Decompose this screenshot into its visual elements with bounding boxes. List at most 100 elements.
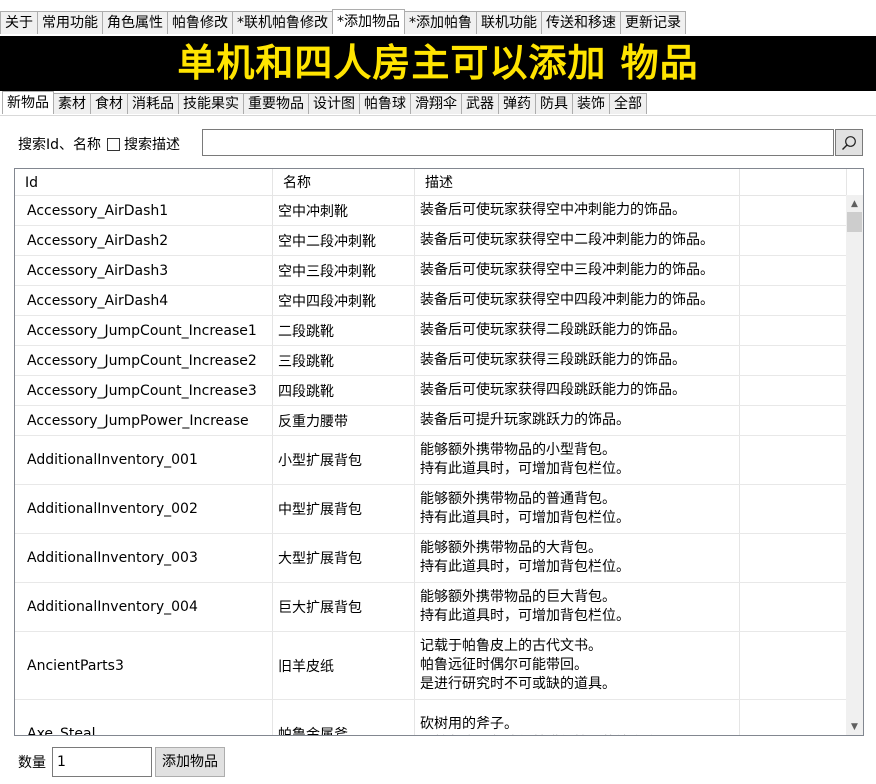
cell-desc: 装备后可使玩家获得空中冲刺能力的饰品。: [415, 196, 740, 225]
cell-empty: [740, 700, 847, 735]
table-row[interactable]: Accessory_JumpPower_Increase 反重力腰带 装备后可提升玩…: [15, 406, 847, 436]
table-row[interactable]: AdditionalInventory_002 中型扩展背包 能够额外携带物品的普通…: [15, 485, 847, 534]
column-header-empty: [740, 169, 847, 195]
table-row[interactable]: Accessory_JumpCount_Increase3 四段跳靴 装备后可使玩家…: [15, 376, 847, 406]
search-desc-label[interactable]: 搜索描述: [124, 134, 180, 154]
cell-empty: [740, 534, 847, 582]
category-tab[interactable]: 帕鲁球: [359, 93, 411, 114]
cell-desc: 装备后可使玩家获得二段跳跃能力的饰品。: [415, 316, 740, 345]
chevron-down-icon[interactable]: ▼: [846, 718, 863, 735]
main-tab[interactable]: 关于: [0, 11, 38, 34]
main-tab[interactable]: *添加物品: [332, 9, 405, 34]
cell-name: 空中冲刺靴: [273, 196, 415, 225]
table-header: Id 名称 描述: [15, 169, 847, 196]
desc-line: 装备后可使玩家获得二段跳跃能力的饰品。: [420, 322, 686, 338]
cell-id: Accessory_AirDash3: [15, 256, 273, 285]
category-tab[interactable]: 弹药: [498, 93, 536, 114]
search-label: 搜索Id、名称: [18, 137, 102, 153]
main-tab[interactable]: 帕鲁修改: [167, 11, 233, 34]
category-tab[interactable]: 武器: [461, 93, 499, 114]
main-tab[interactable]: *联机帕鲁修改: [232, 11, 333, 34]
cell-empty: [740, 286, 847, 315]
category-tab[interactable]: 重要物品: [243, 93, 309, 114]
desc-line: 持有此道具时，可增加背包栏位。: [420, 510, 630, 526]
cell-name: 旧羊皮纸: [273, 632, 415, 699]
desc-line: 装备后可使玩家获得空中二段冲刺能力的饰品。: [420, 232, 714, 248]
cell-name: 三段跳靴: [273, 346, 415, 375]
cell-desc: 装备后可使玩家获得空中三段冲刺能力的饰品。: [415, 256, 740, 285]
cell-id: Axe_Steal: [15, 700, 273, 735]
table-row[interactable]: AdditionalInventory_003 大型扩展背包 能够额外携带物品的大背…: [15, 534, 847, 583]
table-row[interactable]: Axe_Steal帕鲁金属斧砍树用的斧子。以帕鲁金属制造使其獲得惊人的锋利度: [15, 700, 847, 735]
column-header-name[interactable]: 名称: [273, 169, 415, 195]
desc-line: 装备后可使玩家获得三段跳跃能力的饰品。: [420, 352, 686, 368]
table-row[interactable]: Accessory_AirDash4 空中四段冲刺靴 装备后可使玩家获得空中四段冲刺…: [15, 286, 847, 316]
cell-desc: 装备后可使玩家获得四段跳跃能力的饰品。: [415, 376, 740, 405]
cell-desc: 能够额外携带物品的巨大背包。 持有此道具时，可增加背包栏位。: [415, 583, 740, 631]
main-tab[interactable]: 联机功能: [476, 11, 542, 34]
cell-id: AdditionalInventory_001: [15, 436, 273, 484]
table-row[interactable]: Accessory_AirDash2 空中二段冲刺靴 装备后可使玩家获得空中二段冲刺…: [15, 226, 847, 256]
cell-desc: 能够额外携带物品的小型背包。 持有此道具时，可增加背包栏位。: [415, 436, 740, 484]
scrollbar-thumb[interactable]: [847, 212, 862, 232]
table-row[interactable]: Accessory_AirDash1 空中冲刺靴 装备后可使玩家获得空中冲刺能力的饰…: [15, 196, 847, 226]
search-button[interactable]: [835, 129, 863, 156]
cell-id: AdditionalInventory_002: [15, 485, 273, 533]
cell-name: 大型扩展背包: [273, 534, 415, 582]
cell-id: Accessory_JumpPower_Increase: [15, 406, 273, 435]
desc-line: 帕鲁远征时偶尔可能带回。: [420, 657, 588, 673]
table-row[interactable]: AncientParts3 旧羊皮纸 记载于帕鲁皮上的古代文书。 帕鲁远征时偶尔可能带…: [15, 632, 847, 700]
table-row[interactable]: Accessory_JumpCount_Increase1 二段跳靴 装备后可使玩家…: [15, 316, 847, 346]
search-desc-checkbox[interactable]: [107, 137, 121, 151]
desc-line: 装备后可使玩家获得空中三段冲刺能力的饰品。: [420, 262, 714, 278]
main-tab[interactable]: *添加帕鲁: [404, 11, 477, 34]
category-tab[interactable]: 全部: [609, 93, 647, 114]
cell-id: Accessory_AirDash1: [15, 196, 273, 225]
category-tab[interactable]: 技能果实: [178, 93, 244, 114]
cell-empty: [740, 196, 847, 225]
category-tab[interactable]: 食材: [90, 93, 128, 114]
table-row[interactable]: Accessory_JumpCount_Increase2 三段跳靴 装备后可使玩家…: [15, 346, 847, 376]
table-row[interactable]: Accessory_AirDash3 空中三段冲刺靴 装备后可使玩家获得空中三段冲刺…: [15, 256, 847, 286]
category-tab-bar: 新物品 素材 食材 消耗品 技能果实 重要物品 设计图 帕鲁球 滑翔伞 武器 弹药 防具 装饰 全部: [2, 91, 647, 115]
table-row[interactable]: AdditionalInventory_004 巨大扩展背包 能够额外携带物品的巨大…: [15, 583, 847, 632]
cell-name: 二段跳靴: [273, 316, 415, 345]
category-tab[interactable]: 新物品: [2, 91, 54, 114]
category-tab[interactable]: 素材: [53, 93, 91, 114]
vertical-scrollbar[interactable]: ▲ ▼: [846, 195, 863, 735]
category-tab[interactable]: 消耗品: [127, 93, 179, 114]
desc-line: 是进行研究时不可或缺的道具。: [420, 676, 616, 692]
cell-empty: [740, 256, 847, 285]
category-tab[interactable]: 防具: [535, 93, 573, 114]
add-item-button[interactable]: 添加物品: [155, 747, 225, 777]
cell-name: 中型扩展背包: [273, 485, 415, 533]
cell-id: AdditionalInventory_003: [15, 534, 273, 582]
main-tab[interactable]: 更新记录: [620, 11, 686, 34]
category-tab[interactable]: 装饰: [572, 93, 610, 114]
table-row[interactable]: AdditionalInventory_001 小型扩展背包 能够额外携带物品的小型…: [15, 436, 847, 485]
column-header-desc[interactable]: 描述: [415, 169, 740, 195]
search-input[interactable]: [202, 129, 834, 156]
column-header-id[interactable]: Id: [15, 169, 273, 195]
category-tab[interactable]: 设计图: [308, 93, 360, 114]
cell-empty: [740, 436, 847, 484]
chevron-up-icon[interactable]: ▲: [846, 195, 863, 212]
cell-desc: 能够额外携带物品的大背包。 持有此道具时，可增加背包栏位。: [415, 534, 740, 582]
search-icon: [842, 135, 856, 150]
quantity-input[interactable]: 1: [52, 747, 152, 777]
cell-name: 小型扩展背包: [273, 436, 415, 484]
category-tab[interactable]: 滑翔伞: [410, 93, 462, 114]
desc-line: 装备后可提升玩家跳跃力的饰品。: [420, 412, 630, 428]
main-tab[interactable]: 常用功能: [37, 11, 103, 34]
cell-desc: 装备后可使玩家获得三段跳跃能力的饰品。: [415, 346, 740, 375]
cell-id: Accessory_JumpCount_Increase2: [15, 346, 273, 375]
banner-title: 单机和四人房主可以添加 物品: [0, 36, 876, 91]
cell-name: 空中四段冲刺靴: [273, 286, 415, 315]
cell-name: 空中二段冲刺靴: [273, 226, 415, 255]
cell-desc: 装备后可使玩家获得空中二段冲刺能力的饰品。: [415, 226, 740, 255]
main-tab[interactable]: 角色属性: [102, 11, 168, 34]
cell-desc: 记载于帕鲁皮上的古代文书。 帕鲁远征时偶尔可能带回。 是进行研究时不可或缺的道具。: [415, 632, 740, 699]
cell-name: 四段跳靴: [273, 376, 415, 405]
main-tab[interactable]: 传送和移速: [541, 11, 621, 34]
cell-name: 帕鲁金属斧: [273, 700, 415, 735]
